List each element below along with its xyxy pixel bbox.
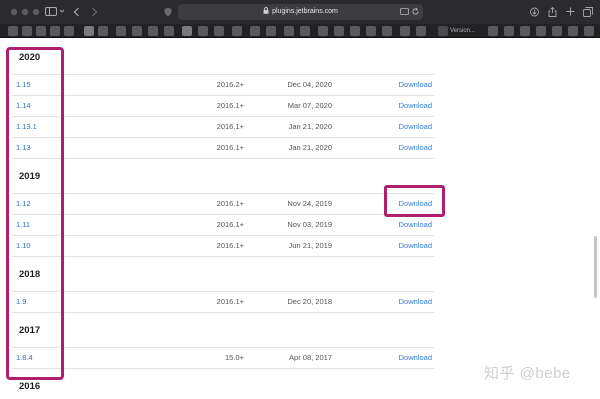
favorite-item-icon[interactable] [568,26,578,36]
back-icon[interactable] [70,4,82,20]
url-label: plugins.jetbrains.com [272,8,338,15]
favorite-item-icon[interactable] [266,26,276,36]
download-link[interactable]: Download [396,80,432,90]
download-link[interactable]: Download [396,241,432,251]
favorite-item-icon[interactable] [84,26,94,36]
watermark-text: 知乎 @bebe [484,365,571,382]
compatibility-text: 2016.2+ [216,80,244,89]
download-highlight [384,185,445,217]
favorite-item-icon[interactable] [488,26,498,36]
compatibility-text: 2016.1+ [216,143,244,152]
favorite-item-icon[interactable] [36,26,46,36]
favorite-item-icon[interactable] [416,26,426,36]
row-divider [12,193,434,194]
forward-icon[interactable] [88,4,100,20]
compatibility-text: 2016.1+ [216,220,244,229]
favorite-item-icon[interactable] [536,26,546,36]
favorite-item-icon[interactable] [584,26,594,36]
year-heading: 2016 [19,381,41,392]
compatibility-text: 15.0+ [225,353,244,362]
reload-icon[interactable] [411,7,420,19]
compatibility-text: 2016.1+ [216,297,244,306]
favorite-item-icon[interactable] [148,26,158,36]
favorite-item-icon[interactable] [520,26,530,36]
row-divider [12,158,434,159]
favorite-item-icon[interactable] [350,26,360,36]
favorite-item-icon[interactable] [132,26,142,36]
favorite-item-icon[interactable] [64,26,74,36]
favorite-item-icon[interactable] [334,26,344,36]
favorite-item-icon[interactable] [8,26,18,36]
compatibility-text: 2016.1+ [216,241,244,250]
favorite-item-icon[interactable] [438,26,448,36]
favorite-item-icon[interactable] [504,26,514,36]
row-divider [12,235,434,236]
translate-icon[interactable] [400,7,409,19]
lock-icon [263,7,269,14]
row-divider [12,214,434,215]
row-divider [12,256,434,257]
release-date: Dec 04, 2020 [287,80,332,89]
release-date: Jan 21, 2020 [288,143,332,152]
favorite-item-icon[interactable] [284,26,294,36]
row-divider [12,116,434,117]
favorite-item-icon[interactable] [214,26,224,36]
versions-page: 2020 1.15 2016.2+ Dec 04, 2020 Download … [0,38,600,399]
privacy-shield-icon[interactable] [163,4,173,20]
release-date: Jan 21, 2020 [288,122,332,131]
scrollbar-thumb[interactable] [594,236,597,298]
favorite-item-icon[interactable] [300,26,310,36]
row-divider [12,74,434,75]
download-link[interactable]: Download [396,353,432,363]
row-divider [12,368,434,369]
favorite-item-icon[interactable] [50,26,60,36]
favorite-item-icon[interactable] [366,26,376,36]
browser-toolbar: plugins.jetbrains.com [0,0,600,24]
favorite-item-icon[interactable] [98,26,108,36]
compatibility-text: 2016.1+ [216,122,244,131]
favorite-item-icon[interactable] [116,26,126,36]
share-icon[interactable] [546,4,558,20]
download-link[interactable]: Download [396,220,432,230]
release-date: Nov 24, 2019 [287,199,332,208]
row-divider [12,291,434,292]
favorite-item-icon[interactable] [232,26,242,36]
window-controls[interactable] [10,4,42,20]
row-divider [12,347,434,348]
favorite-item-icon[interactable] [22,26,32,36]
compatibility-text: 2016.1+ [216,101,244,110]
download-link[interactable]: Download [396,122,432,132]
favorite-item-icon[interactable] [318,26,328,36]
compatibility-text: 2016.1+ [216,199,244,208]
favorite-item-icon[interactable] [182,26,192,36]
row-divider [12,95,434,96]
sidebar-menu-chevron-icon[interactable] [58,4,66,20]
download-link[interactable]: Download [396,143,432,153]
download-link[interactable]: Download [396,297,432,307]
release-date: Apr 08, 2017 [289,353,332,362]
download-link[interactable]: Download [396,101,432,111]
address-bar[interactable]: plugins.jetbrains.com [178,4,423,20]
release-date: Dec 20, 2018 [287,297,332,306]
version-column-highlight [6,47,64,380]
release-date: Mar 07, 2020 [287,101,332,110]
release-date: Nov 03, 2019 [287,220,332,229]
favorite-item-icon[interactable] [400,26,410,36]
favorite-item-icon[interactable] [164,26,174,36]
new-tab-icon[interactable] [564,4,576,20]
favorite-item-icon[interactable] [198,26,208,36]
row-divider [12,137,434,138]
favorite-item-icon[interactable] [382,26,392,36]
favorites-bar: Version... [0,24,600,38]
tab-overview-icon[interactable] [582,4,594,20]
sidebar-toggle-icon[interactable] [44,4,58,20]
address-text: plugins.jetbrains.com [178,4,423,20]
download-icon[interactable] [528,4,540,20]
favorite-item-icon[interactable] [552,26,562,36]
row-divider [12,312,434,313]
favorite-item-icon[interactable] [250,26,260,36]
favorite-tab-label[interactable]: Version... [450,26,475,36]
release-date: Jun 21, 2019 [288,241,332,250]
